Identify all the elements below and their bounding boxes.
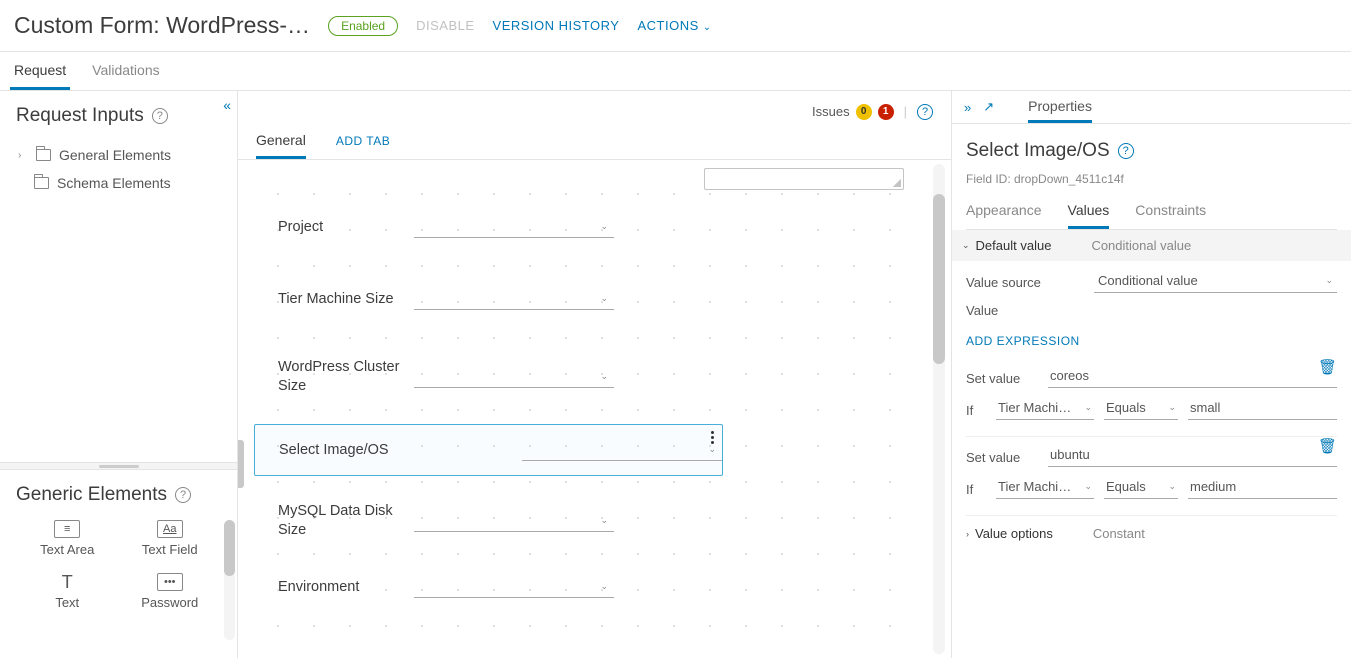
field-label: Tier Machine Size: [254, 291, 414, 307]
set-value-label: Set value: [966, 450, 1038, 465]
dropdown-input[interactable]: ⌄: [522, 439, 722, 461]
dropdown-input[interactable]: ⌄: [414, 288, 614, 310]
canvas-tab-general[interactable]: General: [256, 132, 306, 159]
left-drag-handle[interactable]: [238, 440, 244, 488]
tab-properties[interactable]: Properties: [1028, 92, 1092, 123]
dropdown-input[interactable]: ⌄: [414, 510, 614, 532]
properties-panel: » ↗ Properties Select Image/OS? Field ID…: [951, 91, 1351, 658]
canvas-panel: Issues 0 1 | ? General ADD TAB Project ⌄: [238, 91, 951, 658]
toggle-value-options[interactable]: ›Value options: [966, 526, 1053, 541]
cond-op-select[interactable]: Equals⌄: [1104, 479, 1178, 499]
field-project[interactable]: Project ⌄: [254, 216, 723, 238]
field-label: WordPress Cluster Size: [254, 358, 414, 396]
if-label: If: [966, 403, 986, 418]
chevron-right-icon: ›: [18, 150, 28, 161]
request-inputs-title: Request Inputs?: [16, 105, 221, 127]
field-label: Project: [254, 219, 414, 235]
value-source-select[interactable]: Conditional value⌄: [1094, 271, 1337, 293]
page-header: Custom Form: WordPress-… Enabled DISABLE…: [0, 0, 1351, 52]
value-label: Value: [966, 303, 1086, 318]
error-badge[interactable]: 1: [878, 104, 894, 120]
if-label: If: [966, 482, 986, 497]
expression-1: 🗑 Set value coreos If Tier Machi…⌄ Equal…: [966, 358, 1337, 437]
delete-expression-icon[interactable]: 🗑: [1318, 437, 1337, 455]
cond-op-select[interactable]: Equals⌄: [1104, 400, 1178, 420]
field-label: MySQL Data Disk Size: [254, 502, 414, 540]
tab-request[interactable]: Request: [10, 52, 70, 90]
scrollbar[interactable]: [224, 520, 235, 640]
palette-textarea[interactable]: ≡Text Area: [16, 514, 119, 563]
folder-icon: [36, 149, 51, 161]
constant-label: Constant: [1093, 526, 1145, 541]
palette-text[interactable]: TText: [16, 567, 119, 616]
fullscreen-icon[interactable]: ↗: [983, 99, 994, 115]
properties-title: Select Image/OS?: [966, 140, 1337, 162]
field-tier-machine-size[interactable]: Tier Machine Size ⌄: [254, 288, 723, 310]
help-icon[interactable]: ?: [175, 487, 191, 503]
help-icon[interactable]: ?: [1118, 143, 1134, 159]
ptab-constraints[interactable]: Constraints: [1135, 202, 1206, 229]
field-textarea-resizer[interactable]: [704, 168, 904, 190]
set-value-label: Set value: [966, 371, 1038, 386]
kebab-icon[interactable]: [711, 431, 714, 444]
field-environment[interactable]: Environment ⌄: [254, 576, 723, 598]
tree-schema-elements[interactable]: Schema Elements: [16, 169, 221, 197]
help-icon[interactable]: ?: [917, 104, 933, 120]
help-icon[interactable]: ?: [152, 108, 168, 124]
dropdown-input[interactable]: ⌄: [414, 366, 614, 388]
subtabs: Request Validations: [0, 52, 1351, 91]
disable-button[interactable]: DISABLE: [416, 18, 474, 33]
ptab-values[interactable]: Values: [1068, 202, 1110, 229]
page-title: Custom Form: WordPress-…: [14, 12, 310, 39]
version-history-button[interactable]: VERSION HISTORY: [493, 18, 620, 33]
cond-value-input[interactable]: medium: [1188, 479, 1337, 499]
ptab-appearance[interactable]: Appearance: [966, 202, 1042, 229]
left-panel: « Request Inputs? › General Elements Sch…: [0, 91, 238, 658]
generic-elements-title: Generic Elements?: [16, 484, 221, 506]
folder-icon: [34, 177, 49, 189]
field-label: Select Image/OS: [255, 442, 415, 458]
status-badge: Enabled: [328, 16, 398, 36]
delete-expression-icon[interactable]: 🗑: [1318, 358, 1337, 376]
cond-value-input[interactable]: small: [1188, 400, 1337, 420]
add-tab-button[interactable]: ADD TAB: [336, 134, 390, 159]
actions-menu[interactable]: ACTIONS⌄: [637, 18, 711, 33]
splitter[interactable]: [0, 462, 237, 470]
collapse-left-icon[interactable]: «: [223, 97, 231, 113]
field-select-image-os[interactable]: Select Image/OS ⌄: [254, 424, 723, 476]
field-id: Field ID: dropDown_4511c14f: [966, 172, 1337, 186]
field-label: Environment: [254, 579, 414, 595]
cond-field-select[interactable]: Tier Machi…⌄: [996, 400, 1094, 420]
set-value-input[interactable]: ubuntu: [1048, 447, 1337, 467]
issues-label: Issues: [812, 104, 850, 119]
field-wp-cluster-size[interactable]: WordPress Cluster Size ⌄: [254, 358, 723, 396]
toggle-conditional-value[interactable]: Conditional value: [1091, 238, 1191, 253]
add-expression-button[interactable]: ADD EXPRESSION: [966, 318, 1337, 358]
dropdown-input[interactable]: ⌄: [414, 576, 614, 598]
field-mysql-disk-size[interactable]: MySQL Data Disk Size ⌄: [254, 502, 723, 540]
expand-right-icon[interactable]: »: [964, 100, 971, 115]
tab-validations[interactable]: Validations: [88, 52, 163, 90]
warn-badge[interactable]: 0: [856, 104, 872, 120]
palette-password[interactable]: •••Password: [119, 567, 222, 616]
set-value-input[interactable]: coreos: [1048, 368, 1337, 388]
palette-textfield[interactable]: AaText Field: [119, 514, 222, 563]
tree-general-elements[interactable]: › General Elements: [16, 141, 221, 169]
canvas-scrollbar[interactable]: [933, 164, 945, 654]
toggle-default-value[interactable]: ⌄Default value: [962, 238, 1051, 253]
dropdown-input[interactable]: ⌄: [414, 216, 614, 238]
value-source-label: Value source: [966, 275, 1086, 290]
cond-field-select[interactable]: Tier Machi…⌄: [996, 479, 1094, 499]
expression-2: 🗑 Set value ubuntu If Tier Machi…⌄ Equal…: [966, 437, 1337, 516]
